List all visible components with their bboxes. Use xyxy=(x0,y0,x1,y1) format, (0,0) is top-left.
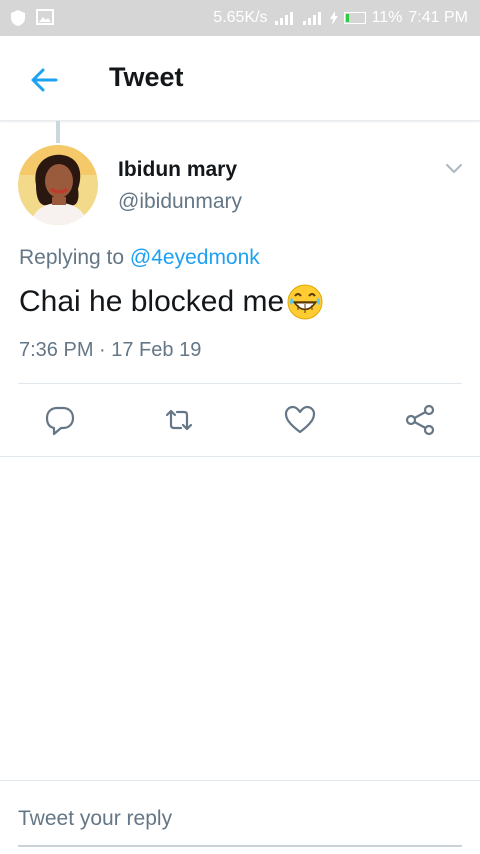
tweet-body: Chai he blocked me xyxy=(19,285,285,318)
share-icon[interactable] xyxy=(403,403,437,437)
mention-link[interactable]: @4eyedmonk xyxy=(130,246,260,269)
status-right: 5.65K/s 11% 7:41 PM xyxy=(213,9,468,27)
back-arrow-icon[interactable] xyxy=(26,62,62,98)
shield-notification-icon xyxy=(11,10,25,26)
avatar[interactable] xyxy=(18,145,98,225)
chevron-down-icon[interactable] xyxy=(444,158,464,178)
avatar-image xyxy=(18,145,98,225)
reply-input-underline xyxy=(18,845,462,847)
like-icon[interactable] xyxy=(283,403,317,437)
author-handle[interactable]: @ibidunmary xyxy=(118,190,242,214)
divider xyxy=(0,456,480,457)
reply-icon[interactable] xyxy=(43,403,77,437)
network-speed: 5.65K/s xyxy=(213,9,268,26)
author-name[interactable]: Ibidun mary xyxy=(118,158,237,182)
replying-prefix: Replying to xyxy=(19,246,125,269)
image-notification-icon xyxy=(36,9,54,25)
tweet-actions xyxy=(0,397,480,443)
app-header: Tweet xyxy=(0,36,480,121)
signal-2-icon xyxy=(302,12,321,25)
laughing-emoji-icon xyxy=(287,284,323,320)
divider xyxy=(0,780,480,781)
status-left-icons xyxy=(10,9,54,27)
divider xyxy=(18,383,462,384)
page-title: Tweet xyxy=(109,62,184,92)
clock: 7:41 PM xyxy=(408,9,468,26)
retweet-icon[interactable] xyxy=(162,403,196,437)
signal-icon xyxy=(274,12,293,25)
tweet-timestamp: 7:36 PM · 17 Feb 19 xyxy=(19,339,202,361)
reply-input[interactable]: Tweet your reply xyxy=(18,807,172,831)
replying-to: Replying to @4eyedmonk xyxy=(19,246,260,270)
battery-level: 11% xyxy=(371,9,403,26)
status-bar: 5.65K/s 11% 7:41 PM xyxy=(0,0,480,36)
tweet-text: Chai he blocked me xyxy=(19,283,324,321)
thread-connector xyxy=(56,121,60,143)
battery-icon xyxy=(343,12,366,24)
charging-icon xyxy=(329,11,338,25)
